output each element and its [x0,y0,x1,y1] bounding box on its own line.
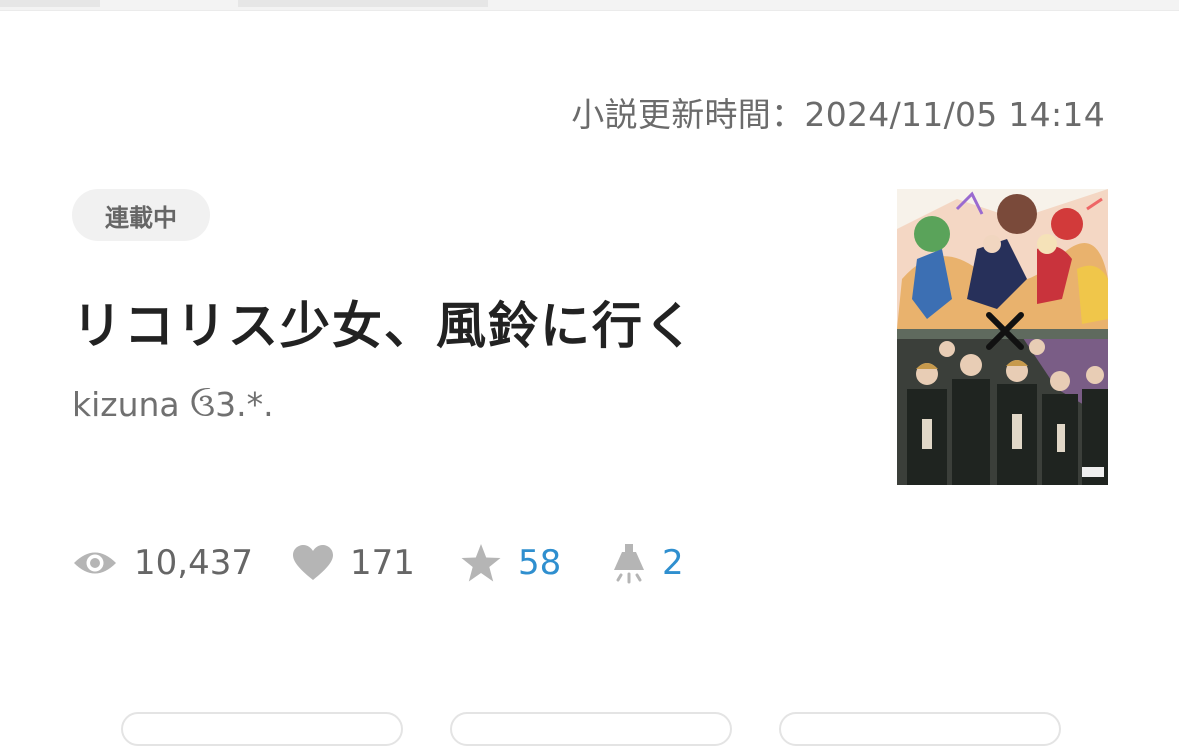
lamps-stat[interactable]: 2 [612,535,684,591]
likes-count: 171 [350,543,415,583]
tab-segment [0,0,100,7]
likes-stat[interactable]: 171 [292,535,415,591]
cover-illustration [897,189,1108,485]
top-tab-strip [0,0,1179,11]
stars-count: 58 [518,543,562,583]
update-time: 小説更新時間：2024/11/05 14:14 [571,95,1105,134]
status-badge: 連載中 [72,189,210,241]
views-count: 10,437 [134,543,253,583]
eye-icon [72,548,118,578]
bottom-tab-button[interactable] [121,712,403,746]
author-name[interactable]: kizuna ઉ3.*. [72,385,274,425]
bottom-tab-button[interactable] [450,712,732,746]
heart-icon [292,544,334,582]
cover-image[interactable] [897,189,1108,485]
tab-segment [238,0,488,7]
stars-stat[interactable]: 58 [460,535,561,591]
views-stat: 10,437 [72,535,253,591]
lamp-icon [612,542,646,584]
novel-title[interactable]: リコリス少女、風鈴に行く [72,286,696,358]
bottom-tab-button[interactable] [779,712,1061,746]
star-icon [460,543,502,583]
lamps-count: 2 [662,543,684,583]
